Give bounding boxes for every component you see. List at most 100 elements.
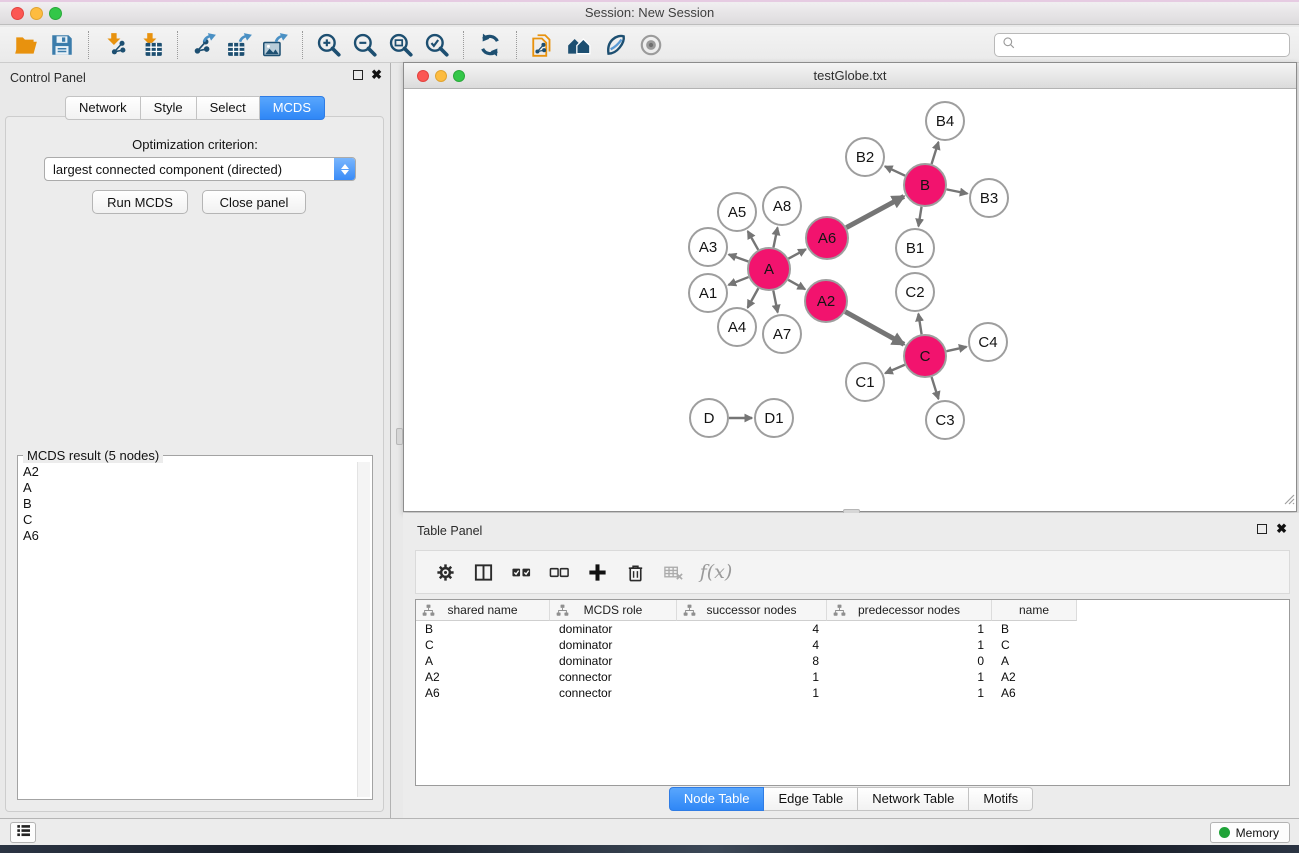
- memory-button[interactable]: Memory: [1210, 822, 1290, 843]
- graph-edge-A-A6[interactable]: [788, 249, 805, 258]
- graph-edge-A-A8[interactable]: [773, 228, 777, 248]
- hide-graphics-details-icon[interactable]: [597, 29, 633, 61]
- table-row[interactable]: Adominator80A: [416, 653, 1289, 669]
- graph-edge-C-C3[interactable]: [932, 377, 939, 399]
- frame-close-button[interactable]: [417, 70, 429, 82]
- add-row-icon[interactable]: [580, 555, 614, 589]
- table-tab-edge-table[interactable]: Edge Table: [764, 787, 858, 811]
- graph-node-B4[interactable]: B4: [926, 102, 964, 140]
- float-table-panel-icon[interactable]: [1257, 524, 1267, 534]
- tab-network[interactable]: Network: [65, 96, 141, 120]
- graph-node-A4[interactable]: A4: [718, 308, 756, 346]
- select-all-icon[interactable]: [504, 555, 538, 589]
- graph-node-C1[interactable]: C1: [846, 363, 884, 401]
- column-header-successor-nodes[interactable]: successor nodes: [677, 600, 827, 621]
- mcds-result-item[interactable]: A: [20, 480, 356, 496]
- export-network-icon[interactable]: [186, 29, 222, 61]
- resize-grip-icon[interactable]: [1281, 491, 1295, 510]
- graph-edge-B-B3[interactable]: [947, 189, 968, 193]
- graph-node-A3[interactable]: A3: [689, 228, 727, 266]
- save-session-icon[interactable]: [44, 29, 80, 61]
- frame-zoom-button[interactable]: [453, 70, 465, 82]
- graph-node-A1[interactable]: A1: [689, 274, 727, 312]
- graph-edge-A-A2[interactable]: [788, 280, 805, 289]
- minimize-window-button[interactable]: [30, 7, 43, 20]
- mcds-result-item[interactable]: A2: [20, 464, 356, 480]
- graph-edge-A-A7[interactable]: [773, 291, 777, 313]
- search-box[interactable]: [994, 33, 1290, 57]
- network-canvas[interactable]: B4 B2 B B3 A8A5 A6 B1 A3 A C2 A1 A2 A4A7 C4 C C1 C3 D D1: [404, 90, 1296, 511]
- delete-table-icon[interactable]: [656, 555, 690, 589]
- run-mcds-button[interactable]: Run MCDS: [92, 190, 188, 214]
- open-session-icon[interactable]: [8, 29, 44, 61]
- tab-mcds[interactable]: MCDS: [260, 96, 325, 120]
- column-header-name[interactable]: name: [992, 600, 1077, 621]
- float-panel-icon[interactable]: [353, 70, 363, 80]
- import-network-icon[interactable]: [97, 29, 133, 61]
- split-divider-handle-left[interactable]: [396, 428, 403, 445]
- close-panel-button[interactable]: Close panel: [202, 190, 306, 214]
- graph-edge-B-B1[interactable]: [918, 207, 921, 227]
- mcds-result-item[interactable]: C: [20, 512, 356, 528]
- close-table-panel-icon[interactable]: ✖: [1276, 524, 1287, 534]
- deselect-all-icon[interactable]: [542, 555, 576, 589]
- graph-node-B[interactable]: B: [904, 164, 946, 206]
- table-row[interactable]: Cdominator41C: [416, 637, 1289, 653]
- first-neighbors-icon[interactable]: [561, 29, 597, 61]
- graph-edge-A-A3[interactable]: [729, 254, 749, 261]
- graph-node-B2[interactable]: B2: [846, 138, 884, 176]
- mcds-result-item[interactable]: A6: [20, 528, 356, 544]
- graph-edge-A6-B[interactable]: [846, 196, 904, 227]
- table-tab-motifs[interactable]: Motifs: [969, 787, 1033, 811]
- graph-node-A7[interactable]: A7: [763, 315, 801, 353]
- graph-edge-B-B4[interactable]: [932, 142, 939, 164]
- search-input[interactable]: [1017, 36, 1289, 54]
- graph-edge-A-A1[interactable]: [728, 277, 748, 285]
- graph-edge-A-A5[interactable]: [748, 231, 758, 250]
- result-scrollbar[interactable]: [357, 462, 370, 797]
- graph-node-C[interactable]: C: [904, 335, 946, 377]
- split-columns-icon[interactable]: [466, 555, 500, 589]
- column-header-shared-name[interactable]: shared name: [416, 600, 550, 621]
- task-history-button[interactable]: [10, 822, 36, 843]
- criterion-select[interactable]: largest connected component (directed): [44, 157, 356, 181]
- graph-node-A5[interactable]: A5: [718, 193, 756, 231]
- network-from-document-icon[interactable]: [525, 29, 561, 61]
- tab-select[interactable]: Select: [197, 96, 260, 120]
- table-row[interactable]: A6connector11A6: [416, 685, 1289, 701]
- frame-minimize-button[interactable]: [435, 70, 447, 82]
- column-header-MCDS-role[interactable]: MCDS role: [550, 600, 677, 621]
- function-builder-icon[interactable]: f(x): [694, 555, 738, 589]
- table-tab-node-table[interactable]: Node Table: [669, 787, 765, 811]
- graph-edge-A2-C[interactable]: [845, 312, 904, 345]
- graph-node-A[interactable]: A: [748, 248, 790, 290]
- graph-node-A2[interactable]: A2: [805, 280, 847, 322]
- column-header-predecessor-nodes[interactable]: predecessor nodes: [827, 600, 992, 621]
- graph-node-C4[interactable]: C4: [969, 323, 1007, 361]
- graph-node-B3[interactable]: B3: [970, 179, 1008, 217]
- close-window-button[interactable]: [11, 7, 24, 20]
- export-table-icon[interactable]: [222, 29, 258, 61]
- graph-edge-B-B2[interactable]: [885, 166, 905, 175]
- graph-edge-C-C1[interactable]: [885, 365, 905, 374]
- network-frame-titlebar[interactable]: testGlobe.txt: [404, 63, 1296, 89]
- mcds-result-item[interactable]: B: [20, 496, 356, 512]
- graph-edge-A-A4[interactable]: [748, 288, 759, 307]
- import-table-icon[interactable]: [133, 29, 169, 61]
- graph-edge-C-C4[interactable]: [946, 347, 966, 351]
- refresh-layout-icon[interactable]: [472, 29, 508, 61]
- graph-node-A6[interactable]: A6: [806, 217, 848, 259]
- graph-edge-C-C2[interactable]: [918, 314, 921, 335]
- graph-node-C2[interactable]: C2: [896, 273, 934, 311]
- graph-node-D1[interactable]: D1: [755, 399, 793, 437]
- graph-node-D[interactable]: D: [690, 399, 728, 437]
- delete-row-icon[interactable]: [618, 555, 652, 589]
- zoom-selected-icon[interactable]: [419, 29, 455, 61]
- graph-node-C3[interactable]: C3: [926, 401, 964, 439]
- graph-node-B1[interactable]: B1: [896, 229, 934, 267]
- export-image-icon[interactable]: [258, 29, 294, 61]
- zoom-out-icon[interactable]: [347, 29, 383, 61]
- tab-style[interactable]: Style: [141, 96, 197, 120]
- table-row[interactable]: A2connector11A2: [416, 669, 1289, 685]
- graph-node-A8[interactable]: A8: [763, 187, 801, 225]
